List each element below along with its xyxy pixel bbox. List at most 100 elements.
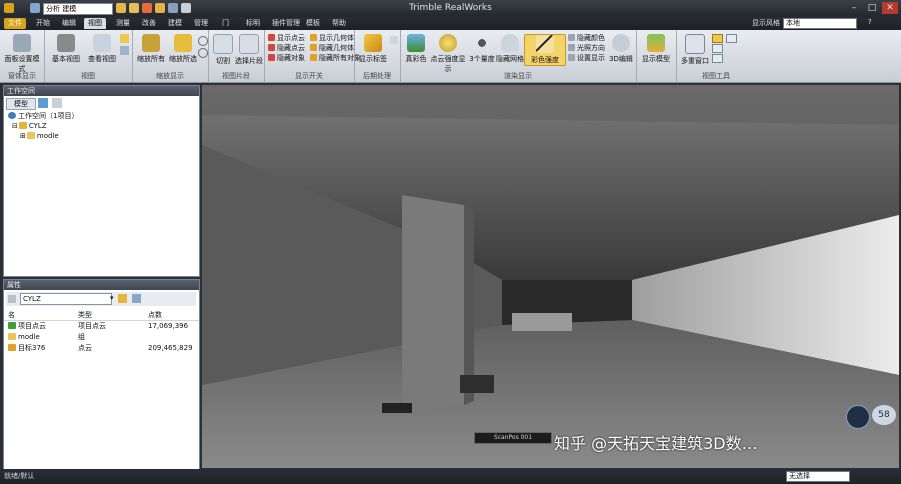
group-post: 显示标签 后期处理 bbox=[354, 30, 401, 82]
menu-mark[interactable]: 标明 bbox=[242, 18, 264, 29]
properties-table-header: 名 类型 点数 bbox=[4, 310, 199, 321]
project-icon bbox=[18, 122, 27, 129]
true-color-button[interactable]: 真彩色 bbox=[404, 34, 428, 64]
style-select[interactable]: 本地 bbox=[783, 18, 857, 29]
zoom-in-icon[interactable] bbox=[198, 36, 208, 46]
dots-icon bbox=[473, 34, 491, 52]
light-icon bbox=[568, 44, 575, 51]
edit-3d-icon bbox=[612, 34, 630, 52]
warning-icon bbox=[364, 34, 382, 52]
column-type: 类型 bbox=[78, 311, 92, 319]
tab-view-icon[interactable] bbox=[38, 98, 48, 108]
cut-icon bbox=[213, 34, 233, 54]
group-model: 显示模型 bbox=[636, 30, 677, 82]
tree-item-project[interactable]: ⊟ CYLZ bbox=[12, 121, 47, 131]
menu-edit[interactable]: 编辑 bbox=[58, 18, 80, 29]
view-icon bbox=[93, 34, 111, 52]
zoom-selection-icon bbox=[174, 34, 192, 52]
inspect-view-button[interactable]: 查看视图 bbox=[84, 34, 120, 64]
zoom-selected-button[interactable]: 缩放所选 bbox=[168, 34, 198, 64]
menu-door[interactable]: 门 bbox=[218, 18, 233, 29]
properties-combo[interactable]: CYLZ bbox=[20, 293, 112, 305]
show-model-button[interactable]: 显示模型 bbox=[638, 34, 674, 64]
group-view-tools: 多重窗口 视图工具 bbox=[676, 30, 756, 82]
settings-small-icon bbox=[568, 54, 575, 61]
show-label-button[interactable]: 显示标签 bbox=[358, 34, 388, 64]
hide-geometry-button[interactable]: 隐藏几何体 bbox=[310, 44, 354, 53]
menu-template[interactable]: 模板 bbox=[302, 18, 324, 29]
hide-object-button[interactable]: 隐藏对象 bbox=[268, 54, 305, 63]
zoom-all-button[interactable]: 缩放所有 bbox=[134, 34, 168, 64]
workspace-panel: 工作空间 模型 工作空间（1项目） ⊟ CYLZ ⊞ modle bbox=[3, 85, 200, 277]
show-pointcloud-button[interactable]: 显示点云 bbox=[268, 34, 305, 43]
zoom-out-icon[interactable] bbox=[198, 48, 208, 58]
light-direction-button[interactable]: 光照方向 bbox=[568, 44, 605, 53]
layout-1-icon[interactable] bbox=[712, 34, 723, 43]
select-segment-button[interactable]: 选择片段 bbox=[235, 34, 263, 66]
hide-pointcloud-button[interactable]: 隐藏点云 bbox=[268, 44, 305, 53]
hide-color-button[interactable]: 隐藏颜色 bbox=[568, 34, 605, 43]
hide-mesh-button[interactable]: 隐藏网格 bbox=[496, 34, 524, 64]
object-hide-icon bbox=[268, 54, 275, 61]
cloud-icon bbox=[501, 34, 519, 52]
menu-help[interactable]: 帮助 bbox=[328, 18, 350, 29]
three-measure-button[interactable]: 3个量度 bbox=[468, 34, 496, 64]
menu-file[interactable]: 文件 bbox=[4, 18, 26, 29]
geometry-icon bbox=[310, 34, 317, 41]
style-label: 显示风格 bbox=[752, 19, 780, 27]
brush-icon bbox=[536, 35, 554, 53]
menu-improve[interactable]: 改善 bbox=[138, 18, 160, 29]
tab-model[interactable]: 模型 bbox=[6, 98, 36, 110]
edit-3d-button[interactable]: 3D编辑 bbox=[606, 34, 636, 64]
maximize-button[interactable]: □ bbox=[864, 2, 880, 14]
menu-view[interactable]: 视图 bbox=[84, 18, 106, 29]
expand-icon[interactable]: ⊞ bbox=[20, 132, 26, 140]
layout-4-icon[interactable] bbox=[726, 34, 737, 43]
column-count: 点数 bbox=[148, 311, 162, 319]
menu-start[interactable]: 开始 bbox=[32, 18, 54, 29]
close-button[interactable]: ✕ bbox=[882, 2, 898, 14]
properties-icon bbox=[8, 295, 16, 303]
dropdown-icon[interactable]: ▾ bbox=[110, 294, 114, 302]
cut-button[interactable]: 切割 bbox=[211, 34, 235, 66]
collapse-icon[interactable]: ⊟ bbox=[12, 122, 18, 130]
point-cloud-scene bbox=[202, 85, 899, 468]
folder-open-icon[interactable] bbox=[118, 294, 127, 303]
ribbon: 面板设置模式 窗体显示 基本视图 查看视图 视图 缩放所有 缩放所选 缩放显示 bbox=[0, 30, 901, 83]
scanpos-label[interactable]: ScanPos 001 bbox=[474, 432, 552, 444]
menu-plugins[interactable]: 插件管理 bbox=[268, 18, 304, 29]
tab-scan-icon[interactable] bbox=[52, 98, 62, 108]
window-icon bbox=[685, 34, 705, 54]
table-row[interactable]: modle 组 bbox=[4, 332, 199, 343]
view-option-icon[interactable] bbox=[120, 46, 129, 55]
tree-item-folder[interactable]: ⊞ modle bbox=[20, 131, 59, 141]
view-toggle-icon[interactable] bbox=[120, 34, 129, 43]
menu-model[interactable]: 建模 bbox=[164, 18, 186, 29]
selection-field[interactable]: 无选择 bbox=[786, 471, 850, 482]
layout-2-icon[interactable] bbox=[712, 44, 723, 53]
menu-manage[interactable]: 管理 bbox=[190, 18, 212, 29]
basic-view-button[interactable]: 基本视图 bbox=[48, 34, 84, 64]
help-icon[interactable]: ? bbox=[868, 18, 872, 26]
menu-measure[interactable]: 测量 bbox=[112, 18, 134, 29]
intensity-button[interactable]: 点云强度显示 bbox=[428, 34, 468, 74]
color-intensity-button[interactable]: 彩色强度 bbox=[524, 34, 566, 66]
display-settings-button[interactable]: 设置显示 bbox=[568, 54, 605, 63]
cube-icon bbox=[13, 34, 31, 52]
table-row[interactable]: 目标376 点云 209,465,829 bbox=[4, 343, 199, 354]
tree-item-workspace[interactable]: 工作空间（1项目） bbox=[8, 111, 78, 121]
hide-all-icon bbox=[310, 54, 317, 61]
target-row-icon bbox=[8, 344, 16, 351]
panel-mode-button[interactable]: 面板设置模式 bbox=[3, 34, 41, 74]
minimize-button[interactable]: – bbox=[846, 2, 862, 14]
layout-3-icon[interactable] bbox=[712, 54, 723, 63]
navigation-gizmo-icon[interactable] bbox=[846, 405, 870, 429]
options-icon[interactable] bbox=[132, 294, 141, 303]
show-geometry-button[interactable]: 显示几何体 bbox=[310, 34, 354, 43]
point-cloud-viewport[interactable]: ScanPos 001 知乎 @天拓天宝建筑3D数… 58 bbox=[202, 85, 899, 468]
multi-window-button[interactable]: 多重窗口 bbox=[680, 34, 710, 66]
label-option-icon[interactable] bbox=[390, 36, 398, 44]
pointcloud-icon bbox=[268, 34, 275, 41]
title-bar: 分析 建模 Trimble RealWorks – □ ✕ bbox=[0, 0, 901, 17]
table-row[interactable]: 项目点云 项目点云 17,069,396 bbox=[4, 321, 199, 332]
